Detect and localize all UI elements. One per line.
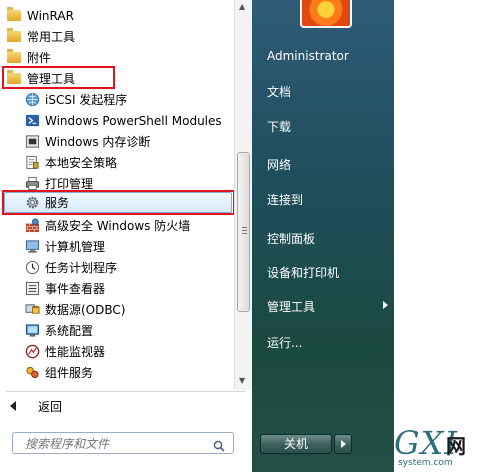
components-icon: [24, 365, 40, 381]
program-item-odbc-data-sources[interactable]: 数据源(ODBC): [24, 299, 125, 320]
scroll-down-arrow-icon[interactable]: ▼: [239, 376, 245, 385]
program-item-task-scheduler[interactable]: 任务计划程序: [24, 257, 117, 278]
right-item-admin-tools[interactable]: 管理工具: [267, 298, 315, 315]
search-input[interactable]: [23, 436, 207, 452]
highlight-services: [2, 190, 235, 215]
program-item-iscsi[interactable]: iSCSI 发起程序: [24, 89, 127, 110]
program-item-common-tools[interactable]: 常用工具: [6, 26, 75, 47]
event-viewer-icon: [24, 281, 40, 297]
scrollbar-thumb[interactable]: [237, 152, 250, 312]
user-picture[interactable]: [300, 0, 352, 28]
right-item-network[interactable]: 网络: [267, 156, 291, 173]
divider: [6, 391, 246, 392]
program-item-advanced-firewall[interactable]: 高级安全 Windows 防火墙: [24, 215, 190, 236]
search-icon[interactable]: [213, 437, 225, 452]
right-item-control-panel[interactable]: 控制面板: [267, 230, 315, 247]
powershell-icon: [24, 113, 40, 129]
clock-icon: [24, 260, 40, 276]
shutdown-button[interactable]: 关机: [260, 434, 332, 454]
program-item-winrar[interactable]: WinRAR: [6, 5, 74, 26]
program-item-computer-management[interactable]: 计算机管理: [24, 236, 105, 257]
security-policy-icon: [24, 155, 40, 171]
program-item-system-configuration[interactable]: 系统配置: [24, 320, 93, 341]
system-config-icon: [24, 323, 40, 339]
right-item-documents[interactable]: 文档: [267, 83, 291, 100]
globe-icon: [24, 92, 40, 108]
program-item-event-viewer[interactable]: 事件查看器: [24, 278, 105, 299]
performance-icon: [24, 344, 40, 360]
program-item-accessories[interactable]: 附件: [6, 47, 51, 68]
right-item-administrator[interactable]: Administrator: [267, 49, 349, 63]
submenu-arrow-icon: [383, 301, 388, 309]
folder-icon: [6, 7, 22, 24]
programs-list: WinRAR 常用工具 附件 管理工具 iSCSI 发起程序 Windows P…: [0, 0, 235, 390]
program-item-local-security-policy[interactable]: 本地安全策略: [24, 152, 117, 173]
program-item-powershell-modules[interactable]: Windows PowerShell Modules: [24, 110, 222, 131]
scroll-up-arrow-icon[interactable]: ▲: [239, 2, 245, 11]
programs-scrollbar[interactable]: ▲ ▼: [234, 0, 252, 390]
program-item-memory-diagnostic[interactable]: Windows 内存诊断: [24, 131, 150, 152]
right-item-connect-to[interactable]: 连接到: [267, 191, 303, 208]
program-item-performance-monitor[interactable]: 性能监视器: [24, 341, 105, 362]
right-item-downloads[interactable]: 下载: [267, 118, 291, 135]
program-item-component-services[interactable]: 组件服务: [24, 362, 93, 383]
database-icon: [24, 302, 40, 318]
computer-icon: [24, 239, 40, 255]
memory-chip-icon: [24, 134, 40, 150]
start-menu-programs-pane: WinRAR 常用工具 附件 管理工具 iSCSI 发起程序 Windows P…: [0, 0, 252, 472]
firewall-icon: [24, 218, 40, 234]
start-menu-right-pane: Administrator 文档 下载 网络 连接到 控制面板 设备和打印机 管…: [252, 0, 394, 472]
back-button[interactable]: 返回: [10, 397, 62, 415]
right-item-run[interactable]: 运行...: [267, 334, 302, 351]
folder-icon: [6, 49, 22, 66]
shutdown-options-arrow-icon[interactable]: [334, 434, 352, 454]
right-item-devices-printers[interactable]: 设备和打印机: [267, 264, 339, 281]
back-arrow-icon: [10, 401, 16, 411]
highlight-admin-tools: [2, 66, 115, 89]
search-box[interactable]: [12, 432, 234, 454]
watermark-logo: GXI 网 system.com: [394, 424, 466, 468]
folder-icon: [6, 28, 22, 45]
